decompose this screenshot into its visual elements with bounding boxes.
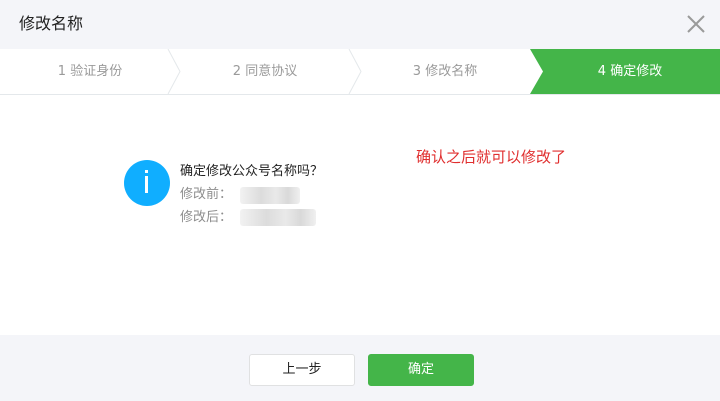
close-icon[interactable] <box>686 14 706 34</box>
annotation-note: 确认之后就可以修改了 <box>416 148 567 166</box>
confirm-question: 确定修改公众号名称吗？ <box>180 164 324 179</box>
step-bar: 1 验证身份 2 同意协议 3 修改名称 4 确定修改 <box>0 49 720 95</box>
confirm-button[interactable]: 确定 <box>368 354 474 386</box>
dialog-title: 修改名称 <box>19 14 84 33</box>
dialog-content: 确定修改公众号名称吗？ 修改前： 修改后： 确认之后就可以修改了 <box>0 95 720 335</box>
dialog-footer: 上一步 确定 <box>0 335 720 401</box>
prev-step-button[interactable]: 上一步 <box>249 354 355 386</box>
info-icon <box>124 160 170 206</box>
step-4: 4 确定修改 <box>597 64 663 79</box>
step-1: 1 验证身份 <box>57 64 123 79</box>
dialog: 修改名称 1 验证身份 2 同意协议 3 修改名称 4 确定修改 确定修改公众号… <box>0 0 720 401</box>
after-label: 修改后： <box>180 210 233 225</box>
after-value-redacted <box>240 209 316 226</box>
before-value-redacted <box>240 187 300 204</box>
before-label: 修改前： <box>180 187 233 202</box>
step-3: 3 修改名称 <box>412 64 478 79</box>
dialog-header: 修改名称 <box>0 0 720 49</box>
step-2: 2 同意协议 <box>232 64 298 79</box>
